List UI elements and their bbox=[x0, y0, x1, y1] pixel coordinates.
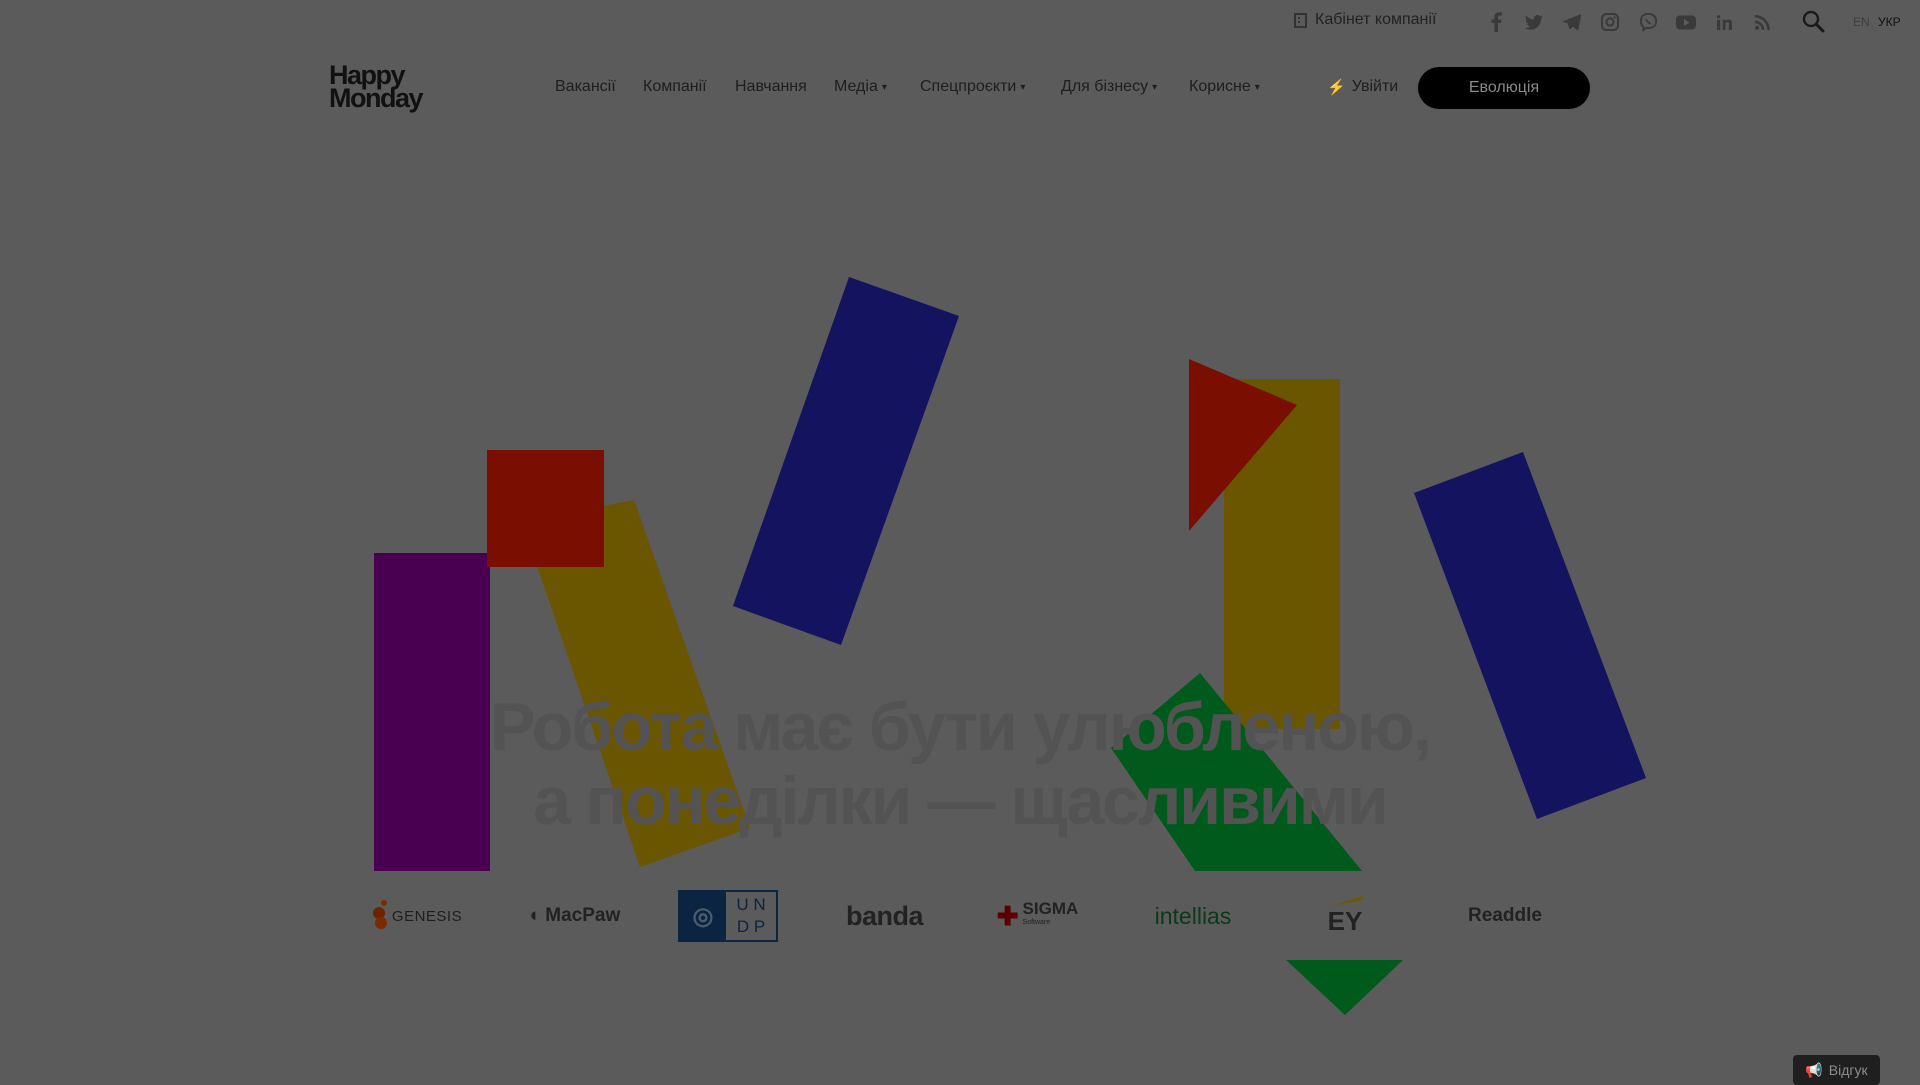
genesis-label: GENESIS bbox=[391, 907, 463, 925]
undp-logo[interactable]: ◎ U N D P bbox=[678, 888, 778, 944]
megaphone-icon: 📢 bbox=[1805, 1061, 1823, 1078]
sigma-label: SIGMA bbox=[1022, 899, 1079, 918]
banda-logo[interactable]: banda bbox=[832, 888, 937, 944]
partner-logos: GENESIS ◐ MacPaw ◎ U N D P banda ✚ SIGMA… bbox=[0, 888, 1920, 944]
macpaw-logo[interactable]: ◐ MacPaw bbox=[520, 888, 630, 944]
genesis-mark-icon bbox=[372, 900, 387, 929]
sigma-sub-label: Software bbox=[1022, 919, 1051, 926]
intellias-logo[interactable]: intellias bbox=[1138, 888, 1248, 944]
undp-top-label: U N bbox=[736, 895, 766, 914]
macpaw-label: MacPaw bbox=[545, 905, 621, 926]
navy-tilted-bar-left-shape bbox=[733, 277, 959, 645]
hero-headline: Робота має бути улюбленою, а понеділки —… bbox=[380, 690, 1540, 838]
sigma-logo[interactable]: ✚ SIGMA Software bbox=[985, 888, 1090, 944]
banda-label: banda bbox=[845, 900, 924, 931]
headline-line-2: а понеділки — щасливими bbox=[533, 763, 1389, 839]
readdle-logo[interactable]: Readdle bbox=[1450, 888, 1560, 944]
intellias-label: intellias bbox=[1154, 902, 1232, 929]
sigma-star-icon: ✚ bbox=[996, 900, 1019, 931]
readdle-label: Readdle bbox=[1468, 905, 1542, 926]
ey-logo[interactable]: EY bbox=[1290, 888, 1400, 944]
green-triangle-shape bbox=[1286, 960, 1403, 1015]
headline-line-1: Робота має бути улюбленою, bbox=[490, 689, 1432, 765]
genesis-logo[interactable]: GENESIS bbox=[366, 888, 466, 944]
feedback-label: Відгук bbox=[1828, 1062, 1868, 1078]
un-emblem-icon: ◎ bbox=[680, 892, 726, 940]
ey-label: EY bbox=[1327, 905, 1363, 936]
macpaw-mark-icon: ◐ bbox=[529, 905, 542, 926]
ey-beam-icon bbox=[1331, 895, 1363, 906]
feedback-button[interactable]: 📢 Відгук bbox=[1793, 1055, 1880, 1085]
undp-bottom-label: D P bbox=[736, 917, 766, 936]
red-square-shape bbox=[487, 450, 604, 567]
